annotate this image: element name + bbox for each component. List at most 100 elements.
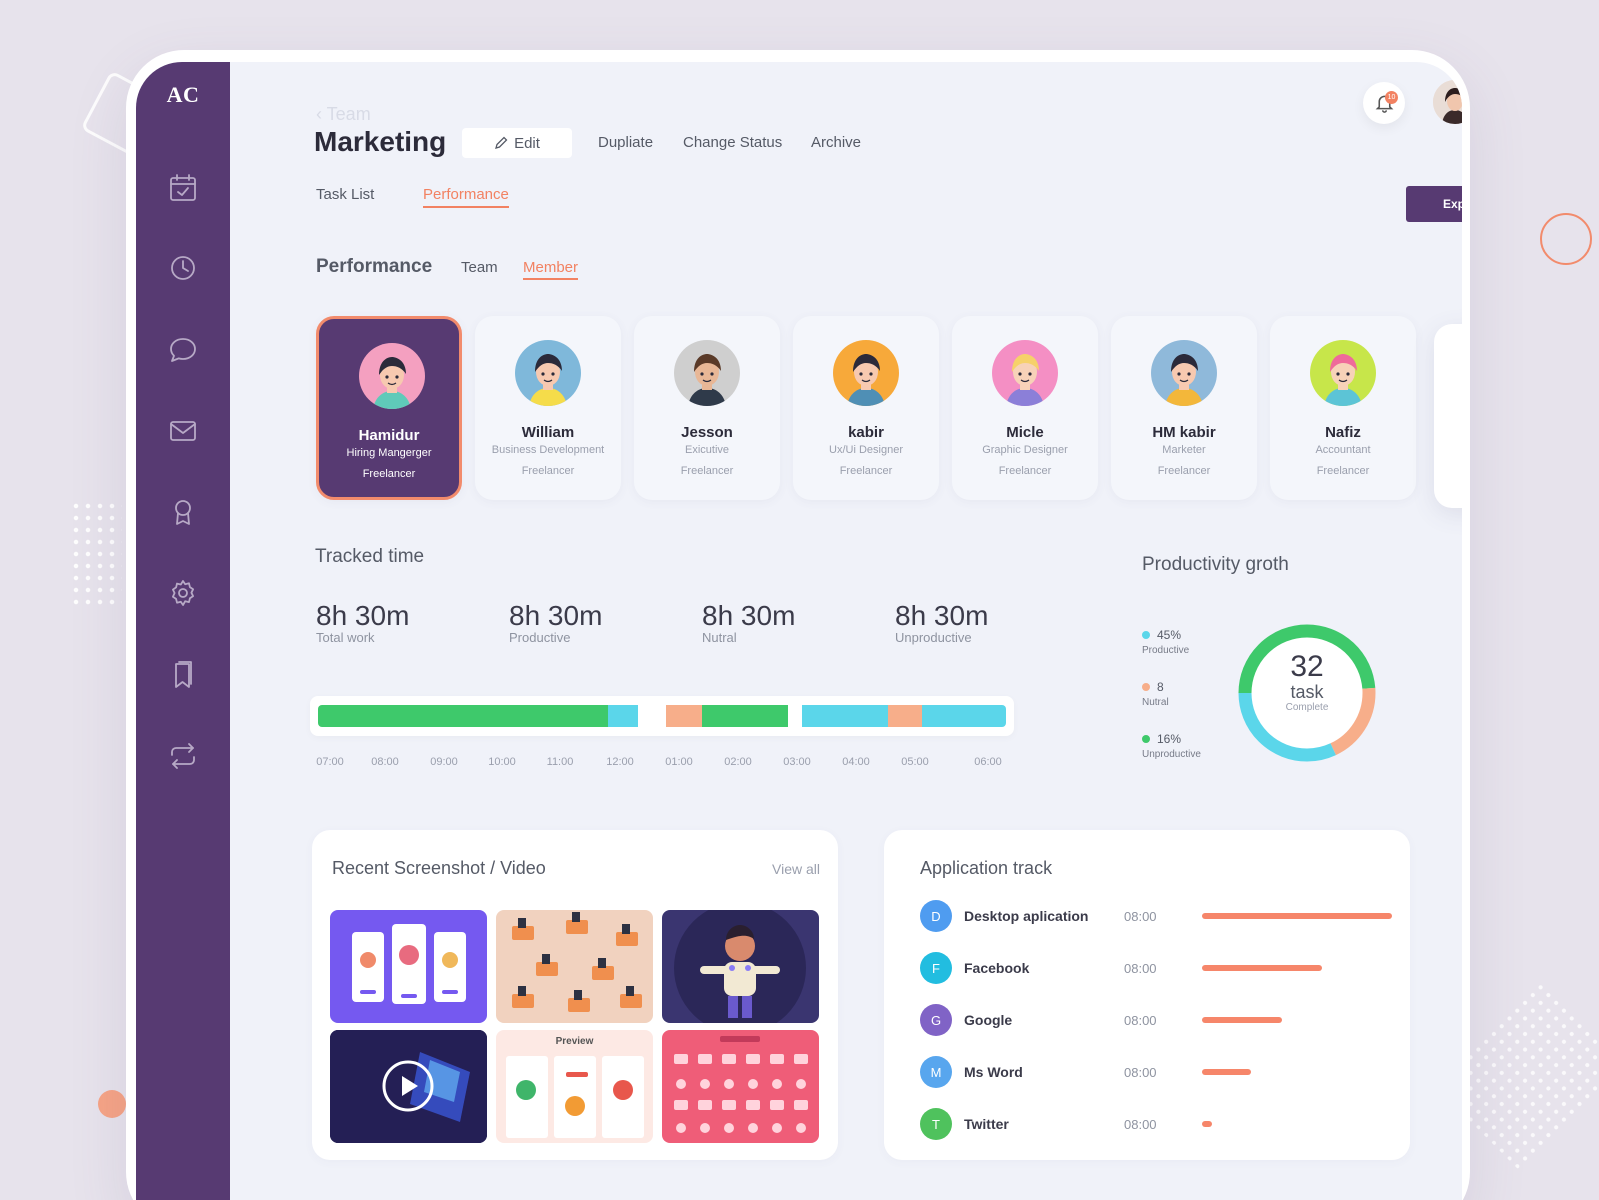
app-row[interactable]: M Ms Word 08:00: [920, 1056, 1400, 1088]
calendar-check-icon[interactable]: [167, 172, 199, 204]
legend-unproductive: 16% Unproductive: [1142, 732, 1201, 760]
stat-label: Productive: [509, 630, 571, 645]
decorative-dots: [70, 500, 122, 610]
app-name: Ms Word: [964, 1064, 1023, 1080]
member-name: William: [521, 424, 575, 441]
recent-title: Recent Screenshot / Video: [332, 858, 546, 878]
donut-center: 32 task Complete: [1232, 652, 1382, 714]
member-type: Freelancer: [1316, 465, 1370, 477]
member-card[interactable]: Hamidur Hiring Mangerger Freelancer: [316, 316, 462, 500]
screenshot-thumbnail[interactable]: [330, 910, 487, 1023]
edit-button[interactable]: Edit: [462, 128, 572, 158]
tab-task-list[interactable]: Task List: [316, 186, 374, 203]
screenshot-thumbnail[interactable]: [662, 910, 819, 1023]
timeline-segment-neutral: [888, 705, 922, 727]
member-avatar: [674, 340, 740, 406]
export-button[interactable]: Export: [1406, 186, 1462, 222]
legend-value: 16%: [1157, 732, 1182, 746]
subtab-team[interactable]: Team: [461, 259, 498, 276]
timeline-segment-unproductive: [922, 705, 1006, 727]
timeline-tick-label: 06:00: [974, 756, 1002, 768]
bookmark-icon[interactable]: [167, 659, 199, 691]
app-usage-bar: [1202, 1017, 1282, 1023]
app-logo: AC: [166, 82, 200, 107]
member-avatar: [1151, 340, 1217, 406]
member-card[interactable]: HM kabir Marketer Freelancer: [1111, 316, 1257, 500]
timeline-tick-label: 08:00: [371, 756, 399, 768]
member-type: Freelancer: [1157, 465, 1211, 477]
app-time: 08:00: [1124, 909, 1157, 924]
member-role: Marketer: [1162, 444, 1206, 456]
chat-icon[interactable]: [167, 334, 199, 366]
timeline-segment-neutral: [666, 705, 702, 727]
notification-badge: 10: [1385, 91, 1398, 104]
member-card[interactable]: kabir Ux/Ui Designer Freelancer: [793, 316, 939, 500]
app-screen: AC ‹ Team Marketing Edit Dupliate Change…: [136, 62, 1462, 1200]
member-type: Freelancer: [680, 465, 734, 477]
app-time: 08:00: [1124, 1013, 1157, 1028]
subtab-member[interactable]: Member: [523, 259, 579, 280]
member-card[interactable]: Jesson Exicutive Freelancer: [634, 316, 780, 500]
clock-icon[interactable]: [167, 252, 199, 284]
member-type: Freelancer: [1434, 473, 1462, 485]
award-icon[interactable]: [167, 496, 199, 528]
stat-value: 8h 30m: [509, 600, 603, 631]
member-role: Business Development: [491, 444, 605, 456]
user-avatar[interactable]: [1433, 80, 1462, 124]
member-avatar: [992, 340, 1058, 406]
member-type: Freelancer: [998, 465, 1052, 477]
member-card[interactable]: HM kabir Office Assis Freelancer: [1434, 324, 1462, 508]
timeline-tick-label: 05:00: [901, 756, 929, 768]
screenshot-thumbnail[interactable]: [662, 1030, 819, 1143]
legend-dot: [1142, 683, 1150, 691]
app-row[interactable]: F Facebook 08:00: [920, 952, 1400, 984]
screenshot-thumbnail[interactable]: Preview: [496, 1030, 653, 1143]
timeline-bar: [310, 696, 1014, 736]
app-time: 08:00: [1124, 961, 1157, 976]
app-row[interactable]: T Twitter 08:00: [920, 1108, 1400, 1140]
archive-button[interactable]: Archive: [811, 134, 861, 151]
timeline-tick-label: 10:00: [488, 756, 516, 768]
member-name: HM kabir: [1434, 432, 1462, 449]
member-type: Freelancer: [839, 465, 893, 477]
member-type: Freelancer: [521, 465, 575, 477]
application-track-panel: Application track D Desktop aplication 08:…: [884, 830, 1410, 1160]
repeat-icon[interactable]: [167, 740, 199, 772]
change-status-button[interactable]: Change Status: [683, 134, 782, 151]
app-icon: G: [920, 1004, 952, 1036]
app-usage-bar: [1202, 965, 1322, 971]
pencil-icon: [495, 136, 508, 149]
member-card[interactable]: William Business Development Freelancer: [475, 316, 621, 500]
performance-title: Performance: [316, 256, 433, 277]
tab-performance[interactable]: Performance: [423, 186, 509, 208]
legend-neutral: 8 Nutral: [1142, 680, 1169, 708]
legend-label: Nutral: [1142, 697, 1169, 708]
member-card[interactable]: Micle Graphic Designer Freelancer: [952, 316, 1098, 500]
mail-icon[interactable]: [167, 415, 199, 447]
legend-dot: [1142, 631, 1150, 639]
timeline-segment-unproductive: [802, 705, 888, 727]
member-card[interactable]: Nafiz Accountant Freelancer: [1270, 316, 1416, 500]
app-name: Google: [964, 1012, 1013, 1028]
timeline-tick-label: 02:00: [724, 756, 752, 768]
screenshot-thumbnail[interactable]: [496, 910, 653, 1023]
page-title: Marketing: [314, 126, 447, 157]
duplicate-button[interactable]: Dupliate: [598, 134, 653, 151]
notification-button[interactable]: 10: [1363, 82, 1405, 124]
timeline-segment-unproductive: [608, 705, 638, 727]
member-name: Nafiz: [1325, 424, 1361, 441]
gear-icon[interactable]: [167, 577, 199, 609]
timeline-segment-productive: [702, 705, 788, 727]
breadcrumb[interactable]: ‹ Team: [316, 104, 371, 125]
member-role: Hiring Mangerger: [346, 447, 432, 459]
video-thumbnail[interactable]: [330, 1030, 487, 1143]
app-row[interactable]: D Desktop aplication 08:00: [920, 900, 1400, 932]
stat-label: Total work: [316, 630, 375, 645]
stat-value: 8h 30m: [895, 600, 989, 631]
app-name: Facebook: [964, 960, 1030, 976]
app-usage-bar: [1202, 1069, 1251, 1075]
timeline-tick-label: 03:00: [783, 756, 811, 768]
view-all-link[interactable]: View all: [772, 861, 820, 877]
app-name: Desktop aplication: [964, 908, 1089, 924]
app-row[interactable]: G Google 08:00: [920, 1004, 1400, 1036]
